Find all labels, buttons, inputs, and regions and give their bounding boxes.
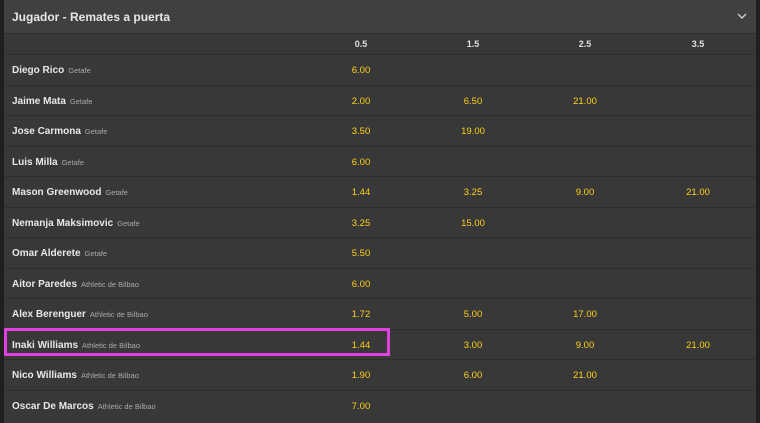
odds-button[interactable]: 17.00 — [555, 309, 615, 320]
player-name: Nemanja Maksimovic Getafe — [12, 217, 140, 229]
odds-button[interactable]: 2.00 — [331, 96, 391, 107]
odds-button[interactable]: 5.00 — [443, 309, 503, 320]
team-name: Athletic de Bilbao — [89, 310, 148, 319]
odds-button[interactable]: 7.00 — [331, 401, 391, 412]
odds-button[interactable]: 1.44 — [331, 340, 391, 351]
player-row: Luis Milla Getafe 6.00 — [4, 145, 756, 177]
team-name: Athletic de Bilbao — [81, 279, 139, 289]
player-name: Alex Berenguer Athletic de Bilbao — [12, 309, 148, 320]
odds-button[interactable]: 6.00 — [331, 157, 391, 168]
team-name: Getafe — [68, 66, 91, 75]
team-name: Getafe — [84, 127, 108, 136]
player-row: Nico Williams Athletic de Bilbao 1.90 6.00 2… — [4, 359, 756, 390]
chevron-down-icon[interactable] — [736, 10, 748, 22]
player-name: Omar Alderete Getafe — [12, 248, 108, 259]
team-name: Getafe — [61, 157, 85, 167]
odds-button[interactable]: 15.00 — [443, 218, 503, 229]
odds-button[interactable]: 6.00 — [331, 65, 391, 76]
player-name: Inaki Williams Athletic de Bilbao — [12, 339, 140, 351]
column-header: 0.5 — [354, 39, 368, 49]
column-header: 2.5 — [578, 39, 592, 49]
player-name: Mason Greenwood Getafe — [12, 187, 128, 198]
column-header: 1.5 — [466, 39, 480, 49]
odds-button[interactable]: 3.50 — [331, 126, 391, 137]
player-name: Luis Milla Getafe — [12, 156, 85, 168]
team-name: Getafe — [84, 249, 108, 258]
odds-button[interactable]: 21.00 — [555, 370, 615, 381]
odds-button[interactable]: 3.00 — [443, 340, 503, 351]
column-header: 3.5 — [691, 39, 705, 49]
odds-button[interactable]: 9.00 — [555, 187, 615, 198]
odds-button[interactable]: 9.00 — [555, 340, 615, 351]
player-row: Inaki Williams Athletic de Bilbao 1.44 3.00… — [4, 328, 756, 360]
player-name: Jose Carmona Getafe — [12, 126, 108, 137]
player-row: Jose Carmona Getafe 3.50 19.00 — [4, 115, 756, 146]
player-row: Oscar De Marcos Athletic de Bilbao 7.00 — [4, 389, 756, 421]
odds-button[interactable]: 19.00 — [443, 126, 503, 137]
odds-button[interactable]: 5.50 — [331, 248, 391, 259]
player-row: Diego Rico Getafe 6.00 — [4, 54, 756, 85]
odds-button[interactable]: 6.00 — [331, 279, 391, 290]
odds-button[interactable]: 1.44 — [331, 187, 391, 198]
odds-button[interactable]: 3.25 — [443, 187, 503, 198]
odds-button[interactable]: 6.00 — [443, 370, 503, 381]
odds-button[interactable]: 3.25 — [331, 218, 391, 229]
player-row: Omar Alderete Getafe 5.50 — [4, 237, 756, 268]
column-headers: 0.5 1.5 2.5 3.5 — [4, 34, 756, 54]
player-name: Diego Rico Getafe — [12, 65, 91, 76]
odds-button[interactable]: 6.50 — [443, 96, 503, 107]
odds-button[interactable]: 1.90 — [331, 370, 391, 381]
player-name: Aitor Paredes Athletic de Bilbao — [12, 278, 139, 290]
odds-button[interactable]: 21.00 — [668, 187, 728, 198]
team-name: Getafe — [105, 188, 128, 197]
player-name: Nico Williams Athletic de Bilbao — [12, 370, 139, 381]
odds-button[interactable]: 1.72 — [331, 309, 391, 320]
odds-button[interactable]: 21.00 — [555, 96, 615, 107]
team-name: Athletic de Bilbao — [82, 340, 140, 350]
team-name: Athletic de Bilbao — [97, 401, 156, 411]
player-row: Mason Greenwood Getafe 1.44 3.25 9.00 21.00 — [4, 176, 756, 207]
team-name: Getafe — [117, 218, 140, 228]
team-name: Getafe — [69, 96, 93, 106]
player-name: Jaime Mata Getafe — [12, 95, 93, 107]
player-row: Jaime Mata Getafe 2.00 6.50 21.00 — [4, 84, 756, 116]
player-row: Aitor Paredes Athletic de Bilbao 6.00 — [4, 267, 756, 299]
team-name: Athletic de Bilbao — [80, 371, 139, 380]
market-header[interactable]: Jugador - Remates a puerta — [4, 0, 756, 34]
market-panel: Jugador - Remates a puerta 0.5 1.5 2.5 3… — [4, 0, 756, 423]
player-row: Nemanja Maksimovic Getafe 3.25 15.00 — [4, 206, 756, 238]
player-name: Oscar De Marcos Athletic de Bilbao — [12, 400, 156, 412]
player-row: Alex Berenguer Athletic de Bilbao 1.72 5.00… — [4, 298, 756, 329]
market-title: Jugador - Remates a puerta — [12, 10, 171, 24]
odds-button[interactable]: 21.00 — [668, 340, 728, 351]
